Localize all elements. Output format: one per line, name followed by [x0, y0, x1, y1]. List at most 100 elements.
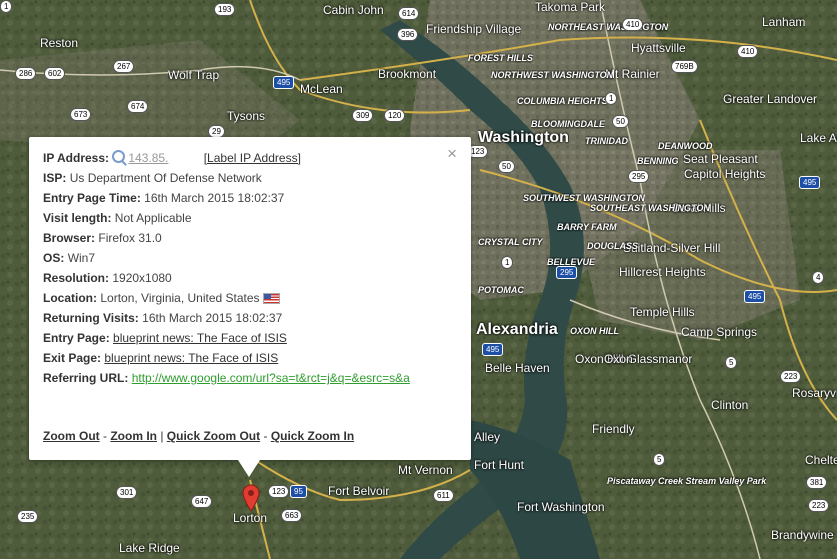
- map-place-label: Alexandria: [476, 321, 558, 338]
- map-place-label: Chelte: [805, 453, 837, 467]
- quick-zoom-out-link[interactable]: Quick Zoom Out: [167, 429, 260, 443]
- visitor-info-popup: × IP Address: 143.85. [Label IP Address]…: [29, 137, 471, 460]
- close-icon[interactable]: ×: [447, 145, 457, 162]
- route-shield-icon: 495: [482, 343, 504, 356]
- quick-zoom-in-link[interactable]: Quick Zoom In: [271, 429, 354, 443]
- map-place-label: Piscataway Creek Stream Valley Park: [607, 476, 767, 486]
- map-place-label: Takoma Park: [535, 0, 606, 14]
- route-shield-icon: 309: [352, 109, 374, 122]
- map-place-label: Capitol Heights: [684, 167, 766, 181]
- visit-length-value: Not Applicable: [114, 211, 192, 225]
- visit-length-row: Visit length: Not Applicable: [43, 208, 410, 228]
- isp-label: ISP:: [43, 171, 67, 185]
- route-shield-icon: 674: [127, 100, 149, 113]
- route-shield-icon: 295: [556, 266, 578, 279]
- entry-page-row: Entry Page: blueprint news: The Face of …: [43, 328, 410, 348]
- ip-address-row: IP Address: 143.85. [Label IP Address]: [43, 148, 410, 168]
- map-place-label: Fort Belvoir: [328, 484, 390, 498]
- route-shield-icon: 614: [398, 7, 420, 20]
- entry-page-label: Entry Page:: [43, 331, 110, 345]
- map-place-label: Brookmont: [378, 67, 437, 81]
- entry-time-value: 16th March 2015 18:02:37: [144, 191, 285, 205]
- resolution-row: Resolution: 1920x1080: [43, 268, 410, 288]
- location-pin-icon[interactable]: [242, 484, 260, 517]
- route-shield-icon: 301: [116, 486, 138, 499]
- exit-page-row: Exit Page: blueprint news: The Face of I…: [43, 348, 410, 368]
- map-place-label: Hyattsville: [631, 41, 686, 55]
- map-place-label: Clinton: [711, 398, 749, 412]
- route-shield-icon: 123: [268, 485, 290, 498]
- route-shield-icon: 410: [737, 45, 759, 58]
- route-shield-icon: 295: [628, 170, 650, 183]
- visit-length-label: Visit length:: [43, 211, 112, 225]
- magnifier-icon[interactable]: [112, 150, 126, 163]
- map-place-label: BARRY FARM: [557, 222, 617, 232]
- os-label: OS:: [43, 251, 65, 265]
- location-value: Lorton, Virginia, United States: [100, 291, 260, 305]
- map-place-label: Fort Washington: [517, 500, 605, 514]
- map-place-label: FOREST HILLS: [468, 53, 533, 63]
- route-shield-icon: 495: [273, 76, 295, 89]
- map-place-label: Fort Hunt: [474, 458, 525, 472]
- referring-url-row: Referring URL: http://www.google.com/url…: [43, 368, 410, 388]
- route-shield-icon: 267: [113, 60, 135, 73]
- map-place-label: Wolf Trap: [168, 68, 220, 82]
- map-place-label: CRYSTAL CITY: [478, 237, 543, 247]
- map-place-label: McLean: [300, 82, 343, 96]
- route-shield-icon: 410: [622, 18, 644, 31]
- map-place-label: Friendly: [592, 422, 635, 436]
- route-shield-icon: 602: [44, 67, 66, 80]
- route-shield-icon: 647: [191, 495, 213, 508]
- route-shield-icon: 381: [806, 476, 828, 489]
- referring-url-link[interactable]: http://www.google.com/url?sa=t&rct=j&q=&…: [132, 371, 410, 385]
- route-shield-icon: 120: [384, 109, 406, 122]
- route-shield-icon: 495: [744, 290, 766, 303]
- returning-visits-value: 16th March 2015 18:02:37: [142, 311, 283, 325]
- map-place-label: Rosaryville: [792, 386, 837, 400]
- entry-page-link[interactable]: blueprint news: The Face of ISIS: [113, 331, 287, 345]
- zoom-separator: |: [157, 429, 167, 443]
- map-place-label: Hillcrest Heights: [619, 265, 706, 279]
- ip-address-label: IP Address:: [43, 151, 110, 165]
- us-flag-icon: [262, 293, 280, 305]
- label-ip-address-link[interactable]: [Label IP Address]: [204, 151, 301, 165]
- map-place-label: Seat Pleasant: [683, 152, 758, 166]
- isp-row: ISP: Us Department Of Defense Network: [43, 168, 410, 188]
- isp-value: Us Department Of Defense Network: [69, 171, 262, 185]
- ip-address-link[interactable]: 143.85.: [128, 148, 200, 168]
- map-place-label: COLUMBIA HEIGHTS: [517, 96, 608, 106]
- map-place-label: Mt Rainier: [605, 67, 660, 81]
- resolution-value: 1920x1080: [112, 271, 172, 285]
- route-shield-icon: 396: [397, 28, 419, 41]
- route-shield-icon: 50: [498, 160, 515, 173]
- route-shield-icon: 235: [17, 510, 39, 523]
- visitor-details: IP Address: 143.85. [Label IP Address] I…: [43, 148, 410, 388]
- exit-page-label: Exit Page:: [43, 351, 102, 365]
- referring-url-label: Referring URL:: [43, 371, 129, 385]
- route-shield-icon: 673: [70, 108, 92, 121]
- map-place-label: Washington: [478, 129, 569, 146]
- route-shield-icon: 286: [15, 67, 37, 80]
- zoom-out-link[interactable]: Zoom Out: [43, 429, 100, 443]
- map-place-label: BLOOMINGDALE: [531, 119, 605, 129]
- zoom-in-link[interactable]: Zoom In: [110, 429, 157, 443]
- map-place-label: Camp Springs: [681, 325, 758, 339]
- browser-label: Browser:: [43, 231, 96, 245]
- route-shield-icon: 95: [290, 485, 307, 498]
- route-shield-icon: 223: [808, 499, 830, 512]
- popup-pointer: [238, 460, 260, 477]
- zoom-controls: Zoom Out - Zoom In | Quick Zoom Out - Qu…: [43, 429, 354, 443]
- map-place-label: Temple Hills: [630, 305, 695, 319]
- resolution-label: Resolution:: [43, 271, 109, 285]
- map-place-label: NORTHWEST WASHINGTON: [491, 70, 614, 80]
- map-place-label: Greater Landover: [723, 92, 818, 106]
- map-place-label: Lanham: [762, 15, 806, 29]
- map-place-label: DEANWOOD: [658, 141, 713, 151]
- map-place-label: SOUTHWEST WASHINGTON: [523, 193, 645, 203]
- map-place-label: Belle Haven: [485, 361, 550, 375]
- map-place-label: Brandywine: [771, 528, 834, 542]
- route-shield-icon: 769B: [671, 60, 698, 73]
- map-place-label: Cabin John: [323, 3, 384, 17]
- map-place-label: Lake Ridge: [119, 541, 180, 555]
- exit-page-link[interactable]: blueprint news: The Face of ISIS: [104, 351, 278, 365]
